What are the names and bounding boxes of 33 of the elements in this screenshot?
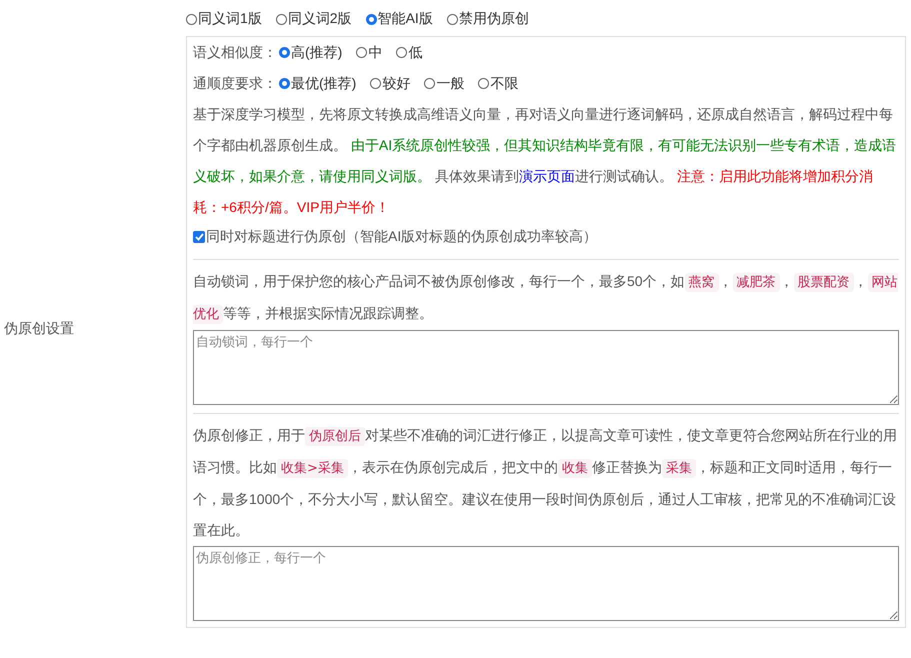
textarea-field[interactable]: 自动锁词，每行一个 (193, 330, 899, 405)
radio-icon[interactable] (478, 78, 490, 89)
title-checkbox-option[interactable]: 同时对标题进行伪原创（智能AI版对标题的伪原创成功率较高） (193, 223, 899, 251)
radio-icon[interactable] (366, 14, 377, 24)
setting-radio-option[interactable]: 不限 (478, 74, 518, 92)
help-text: 伪原创修正，用于 伪原创后 对某些不准确的词汇进行修正，以提高文章可读性，使文章更符合您网站所在行业的用语习惯。比如 收集>采集 ，表示在伪原创完成后，把文中的 收集 修正替换为 采集 ，标题和正文同时适用，每行一个，最多1000个，不分大小写，默认留空。建议在使用一段时间伪原创后，通过人工审核，把常见的不准确词汇设置在此。 (193, 426, 898, 540)
radio-icon[interactable] (279, 47, 290, 58)
mode-radio-option[interactable]: 同义词2版 (276, 10, 352, 28)
radio-icon[interactable] (424, 78, 436, 89)
demo-page-link[interactable]: 演示页面 (518, 168, 575, 184)
setting-radio-option[interactable]: 高(推荐) (279, 44, 342, 62)
checkbox-icon[interactable] (193, 231, 205, 243)
radio-icon[interactable] (370, 78, 382, 89)
setting-radio-option[interactable]: 一般 (424, 74, 464, 92)
setting-label: 语义相似度： (193, 44, 277, 62)
help-text: 自动锁词，用于保护您的核心产品词不被伪原创修改，每行一个，最多50个，如 燕窝 ， 减肥茶 ， 股票配资 ， 网站优化 等等，并根据实际情况跟踪调整。 (193, 272, 899, 326)
setting-radio-option[interactable]: 低 (396, 44, 422, 62)
mode-radio-option[interactable]: 同义词1版 (186, 10, 262, 28)
textarea-field[interactable]: 伪原创修正，每行一个 (193, 546, 899, 621)
radio-icon[interactable] (279, 78, 290, 89)
radio-icon[interactable] (396, 47, 408, 58)
setting-radio-option[interactable]: 中 (356, 44, 382, 62)
setting-radio-option[interactable]: 较好 (370, 74, 410, 92)
section-label: 伪原创设置 (4, 320, 74, 338)
setting-radio-option[interactable]: 最优(推荐) (279, 74, 356, 92)
radio-icon[interactable] (446, 14, 458, 24)
setting-label: 通顺度要求： (193, 74, 277, 92)
radio-icon[interactable] (276, 14, 287, 24)
mode-radio-option[interactable]: 智能AI版 (366, 10, 433, 28)
mode-radio-option[interactable]: 禁用伪原创 (446, 10, 529, 28)
radio-icon[interactable] (186, 14, 197, 24)
description-text: 基于深度学习模型，先将原文转换成高维语义向量，再对语义向量进行逐词解码，还原成自然语言，解码过程中每个字都由机器原创生成。 由于AI系统原创性较强，但其知识结构毕竟有限，有可能无法识别一些专有术语，造成语义破坏，如果介意，请使用同义词版。 具体效果请到演示页面进行测试确认。 注意：启用此功能将增加积分消耗：+6积分/篇。VIP用户半价！ (193, 105, 898, 217)
radio-icon[interactable] (356, 47, 368, 58)
